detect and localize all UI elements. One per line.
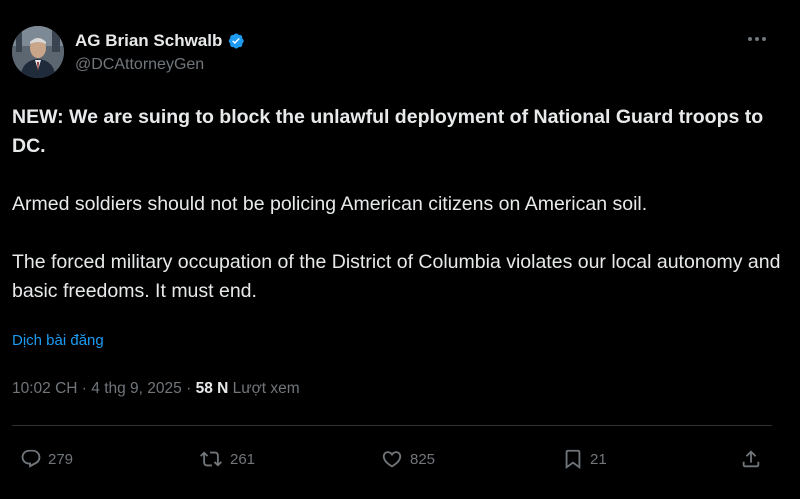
post-paragraph-1: NEW: We are suing to block the unlawful … xyxy=(12,106,764,157)
reply-icon xyxy=(21,449,41,468)
display-name[interactable]: AG Brian Schwalb xyxy=(75,31,222,51)
verified-badge-icon[interactable] xyxy=(227,32,245,50)
repost-icon xyxy=(200,451,222,467)
author-block: AG Brian Schwalb @DCAttorneyGen xyxy=(75,30,245,74)
bookmark-icon xyxy=(565,449,581,470)
tweet-header: AG Brian Schwalb @DCAttorneyGen xyxy=(12,26,784,82)
post-date[interactable]: 4 thg 9, 2025 xyxy=(91,380,182,397)
meta-separator: · xyxy=(81,380,87,397)
repost-button[interactable]: 261 xyxy=(198,444,255,474)
share-icon xyxy=(742,450,760,468)
tweet: AG Brian Schwalb @DCAttorneyGen NEW: We … xyxy=(0,0,800,499)
post-paragraph-2: Armed soldiers should not be policing Am… xyxy=(12,193,648,215)
more-options-icon[interactable] xyxy=(748,32,770,46)
reply-button[interactable]: 279 xyxy=(20,444,73,474)
divider xyxy=(12,425,772,426)
share-button[interactable] xyxy=(740,444,762,474)
repost-count: 261 xyxy=(230,450,256,468)
meta-separator: · xyxy=(186,380,192,397)
avatar-photo xyxy=(12,26,64,78)
action-bar: 279 261 825 21 xyxy=(12,444,772,474)
bookmark-count: 21 xyxy=(590,450,607,468)
post-meta: 10:02 CH · 4 thg 9, 2025 · 58 N Lượt xem xyxy=(12,380,300,398)
translate-post-link[interactable]: Dịch bài đăng xyxy=(12,332,104,349)
display-name-row: AG Brian Schwalb xyxy=(75,30,245,52)
views-label: Lượt xem xyxy=(232,380,300,397)
avatar[interactable] xyxy=(12,26,64,78)
post-paragraph-3: The forced military occupation of the Di… xyxy=(12,251,781,302)
heart-icon xyxy=(382,451,402,468)
handle[interactable]: @DCAttorneyGen xyxy=(75,56,245,74)
like-count: 825 xyxy=(410,450,436,468)
like-button[interactable]: 825 xyxy=(380,444,435,474)
post-time[interactable]: 10:02 CH xyxy=(12,380,77,397)
post-body: NEW: We are suing to block the unlawful … xyxy=(12,103,782,335)
views-count: 58 N xyxy=(195,380,229,397)
bookmark-button[interactable]: 21 xyxy=(562,444,607,474)
reply-count: 279 xyxy=(48,450,74,468)
